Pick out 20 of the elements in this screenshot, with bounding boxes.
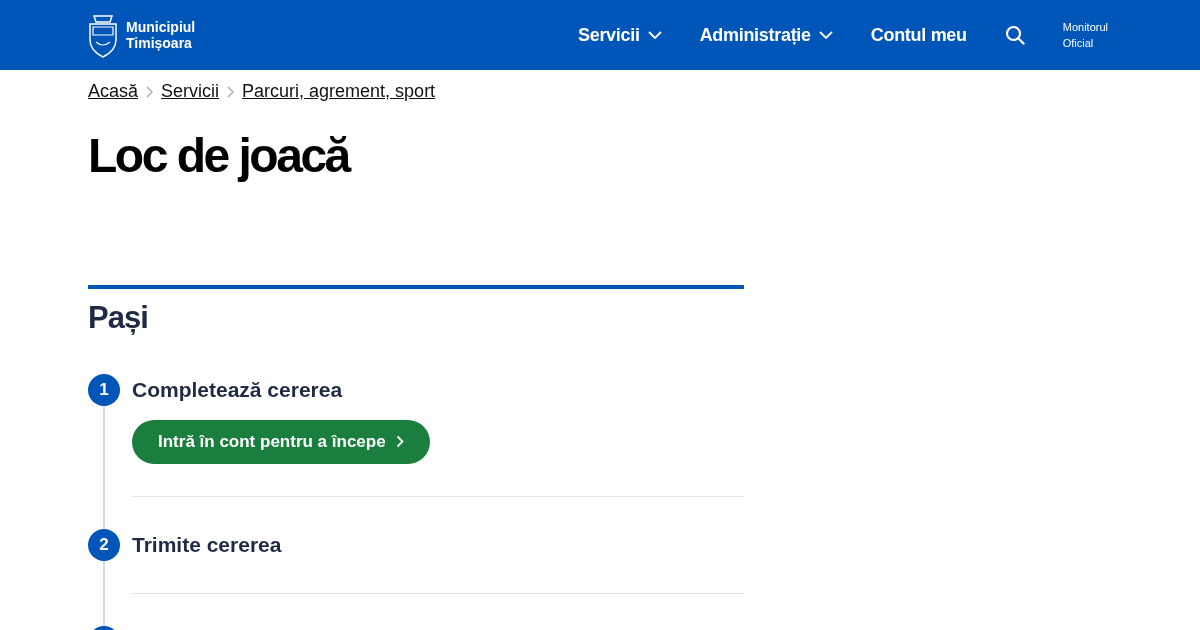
chevron-right-icon — [227, 85, 235, 98]
chevron-right-icon — [395, 435, 404, 449]
search-icon[interactable] — [1004, 25, 1025, 45]
chevron-right-icon — [146, 85, 154, 98]
nav-link[interactable]: Contul meu — [870, 21, 967, 49]
coat-of-arms-logo[interactable] — [88, 12, 118, 58]
start-button[interactable]: Intră în cont pentru a începe — [132, 419, 430, 464]
nav-link[interactable]: Administrație — [699, 21, 833, 49]
site-name[interactable]: Municipiul Timișoara — [126, 19, 196, 51]
nav-link[interactable]: Servicii — [577, 21, 662, 49]
official-gazette-link[interactable]: Monitorul Oficial — [1062, 19, 1108, 51]
breadcrumb-link[interactable]: Servicii — [161, 78, 220, 105]
page-title: Loc de joacă — [88, 128, 351, 184]
breadcrumb-link[interactable]: Parcuri, agrement, sport — [242, 78, 436, 105]
section-heading: Pași — [88, 298, 149, 336]
step-number: 2 — [88, 528, 120, 561]
step-title: Trimite cererea — [132, 531, 283, 558]
step-title: Completează cererea — [132, 376, 344, 403]
step-number: 1 — [88, 373, 120, 406]
breadcrumb-link[interactable]: Acasă — [88, 78, 139, 105]
